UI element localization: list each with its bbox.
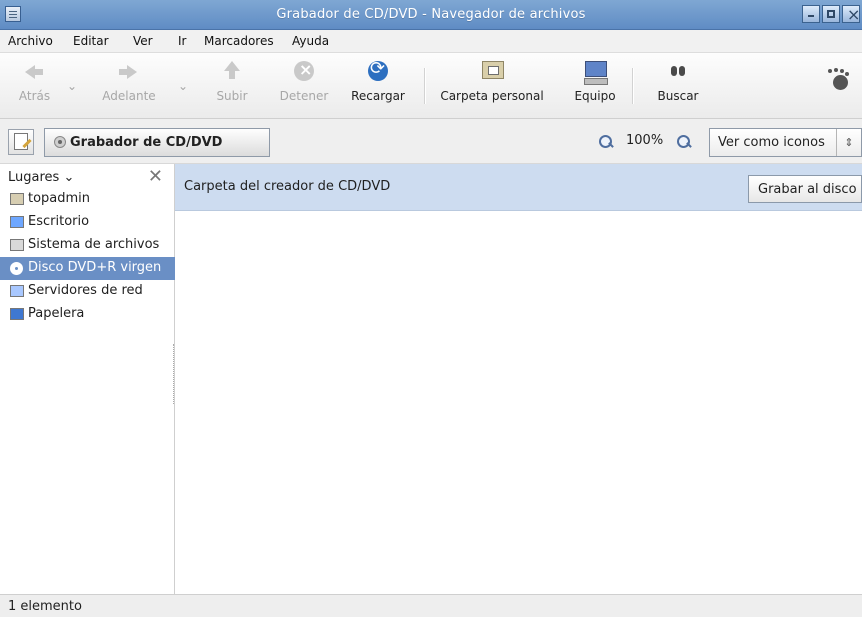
stop-icon	[294, 60, 314, 81]
sidebar-header: Lugares ⌄ ✕	[0, 164, 175, 188]
sidebar-item-filesystem[interactable]: Sistema de archivos	[0, 234, 175, 257]
places-sidebar: Lugares ⌄ ✕ topadmin Escritorio Sistema …	[0, 164, 177, 594]
forward-button[interactable]: Adelante	[95, 60, 163, 110]
back-arrow-icon	[24, 65, 43, 79]
sidebar-item-label: Servidores de red	[28, 283, 143, 298]
reload-label: Recargar	[351, 89, 405, 103]
menu-ayuda[interactable]: Ayuda	[292, 34, 329, 48]
reload-icon	[368, 58, 388, 81]
home-folder-button[interactable]: Carpeta personal	[432, 60, 552, 110]
menu-bar: Archivo Editar Ver Ir Marcadores Ayuda	[0, 30, 862, 53]
home-folder-icon	[10, 193, 24, 205]
zoom-in-icon[interactable]	[677, 135, 691, 149]
menu-ver[interactable]: Ver	[133, 34, 153, 48]
sidebar-item-topadmin[interactable]: topadmin	[0, 188, 175, 211]
menu-ir[interactable]: Ir	[178, 34, 186, 48]
home-folder-label: Carpeta personal	[440, 89, 544, 103]
menu-archivo[interactable]: Archivo	[8, 34, 53, 48]
computer-button[interactable]: Equipo	[569, 60, 621, 110]
back-label: Atrás	[18, 89, 51, 103]
toolbar-separator	[424, 68, 426, 104]
places-dropdown-label: Lugares	[8, 170, 60, 185]
edit-note-icon	[14, 133, 28, 150]
file-view[interactable]: Carpeta del creador de CD/DVD Grabar al …	[175, 164, 862, 594]
forward-label: Adelante	[102, 89, 156, 103]
sidebar-item-dvd[interactable]: Disco DVD+R virgen	[0, 257, 175, 280]
view-mode-value: Ver como iconos	[718, 135, 825, 150]
back-history-chevron-icon[interactable]: ⌄	[67, 79, 77, 93]
path-label: Grabador de CD/DVD	[70, 135, 223, 150]
reload-button[interactable]: Recargar	[345, 58, 411, 110]
status-text: 1 elemento	[8, 599, 82, 614]
minimize-icon[interactable]	[802, 5, 820, 23]
toolbar-separator	[632, 68, 634, 104]
sidebar-item-label: Papelera	[28, 306, 85, 321]
disc-icon	[10, 262, 23, 275]
disc-icon	[54, 136, 66, 148]
up-button[interactable]: Subir	[213, 60, 251, 110]
home-folder-icon	[482, 61, 504, 79]
computer-label: Equipo	[574, 89, 616, 103]
window-titlebar: Grabador de CD/DVD - Navegador de archiv…	[0, 0, 862, 30]
stop-button[interactable]: Detener	[274, 60, 334, 110]
sidebar-item-escritorio[interactable]: Escritorio	[0, 211, 175, 234]
forward-arrow-icon	[119, 65, 137, 79]
window-title: Grabador de CD/DVD - Navegador de archiv…	[276, 7, 586, 22]
places-list: topadmin Escritorio Sistema de archivos …	[0, 188, 175, 326]
search-label: Buscar	[657, 89, 699, 103]
menu-marcadores[interactable]: Marcadores	[204, 34, 274, 48]
up-arrow-icon	[224, 61, 240, 79]
location-bar: Grabador de CD/DVD 100% Ver como iconos …	[0, 119, 862, 164]
window-controls	[802, 5, 860, 24]
binoculars-icon	[670, 62, 686, 78]
burn-disc-button[interactable]: Grabar al disco	[748, 175, 862, 203]
places-dropdown[interactable]: Lugares ⌄	[8, 170, 74, 185]
sidebar-item-label: Escritorio	[28, 214, 90, 229]
main-toolbar: Atrás ⌄ Adelante ⌄ Subir Detener Recarga…	[0, 53, 862, 119]
up-label: Subir	[216, 89, 248, 103]
back-button[interactable]: Atrás	[12, 60, 57, 110]
path-button-cd-dvd[interactable]: Grabador de CD/DVD	[44, 128, 270, 157]
zoom-level[interactable]: 100%	[626, 133, 663, 148]
burner-folder-label: Carpeta del creador de CD/DVD	[184, 179, 391, 194]
cd-burner-bar: Carpeta del creador de CD/DVD Grabar al …	[175, 164, 862, 211]
filesystem-icon	[10, 239, 24, 251]
sidebar-item-label: Disco DVD+R virgen	[28, 260, 162, 275]
network-icon	[10, 285, 24, 297]
maximize-icon[interactable]	[822, 5, 840, 23]
sidebar-item-label: Sistema de archivos	[28, 237, 160, 252]
spinner-arrows-icon: ⇕	[836, 129, 861, 156]
search-button[interactable]: Buscar	[654, 60, 702, 110]
close-icon[interactable]	[842, 5, 860, 24]
stop-label: Detener	[279, 89, 329, 103]
sidebar-item-network[interactable]: Servidores de red	[0, 280, 175, 303]
sidebar-item-trash[interactable]: Papelera	[0, 303, 175, 326]
trash-icon	[10, 308, 24, 320]
computer-icon	[584, 61, 608, 85]
status-bar: 1 elemento	[0, 594, 862, 617]
sidebar-item-label: topadmin	[28, 191, 91, 206]
toggle-location-entry-button[interactable]	[8, 129, 34, 155]
desktop-icon	[10, 216, 24, 228]
gnome-foot-icon	[826, 69, 852, 93]
view-mode-select[interactable]: Ver como iconos ⇕	[709, 128, 862, 157]
zoom-out-icon[interactable]	[599, 135, 613, 149]
close-sidebar-icon[interactable]: ✕	[148, 166, 163, 187]
forward-history-chevron-icon[interactable]: ⌄	[178, 79, 188, 93]
burn-disc-label: Grabar al disco	[758, 182, 857, 197]
menu-editar[interactable]: Editar	[73, 34, 109, 48]
